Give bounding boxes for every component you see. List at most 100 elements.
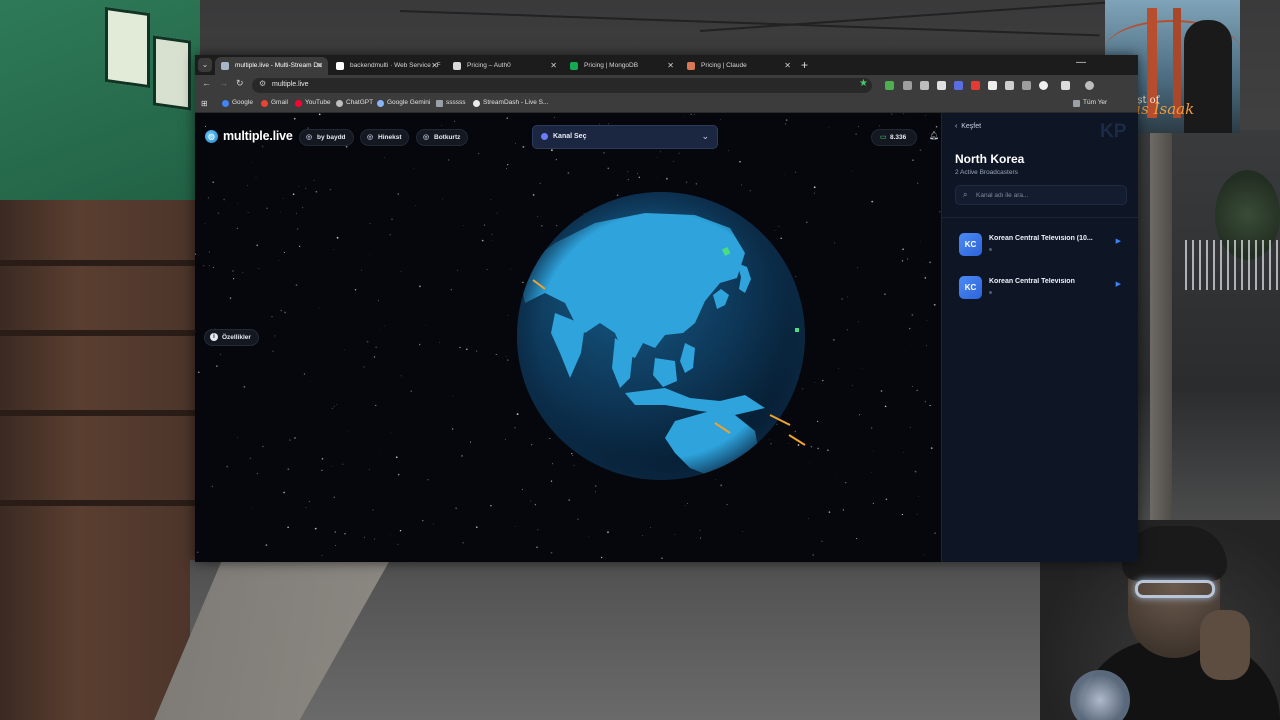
reload-icon[interactable]: ↻ [236,78,244,89]
star [289,439,291,441]
nav-pill-baydd[interactable]: ◎ by baydd [299,129,354,146]
bookmark-chatgpt[interactable]: ChatGPT [336,99,373,107]
bookmark-gemini[interactable]: Google Gemini [377,99,430,107]
play-icon[interactable]: ▶ [1116,237,1121,245]
star [321,554,323,557]
star [661,557,663,560]
nav-pill-hinekst[interactable]: ◎ Hinekst [360,129,410,146]
star [486,269,488,271]
star [567,172,570,174]
star [505,168,507,169]
nav-pill-botkurtz[interactable]: ◎ Botkurtz [416,129,469,146]
features-button[interactable]: i Özellikler [204,329,259,346]
extension-icon[interactable] [903,81,912,90]
extension-icon[interactable] [988,81,997,90]
tab-backendmulti[interactable]: backendmulti · Web Service · F ✕ [330,57,443,75]
tab-search-icon[interactable]: ⌄ [198,58,212,72]
star [296,228,299,230]
channel-avatar: KC [959,233,982,256]
star [929,261,931,264]
star [303,373,306,375]
extension-icon[interactable] [1039,81,1048,90]
star [252,508,253,509]
globe-icon: ◎ [306,134,313,141]
bookmark-label: Google [232,99,253,106]
star [364,536,366,538]
globe-favicon-icon [221,62,229,70]
close-tab-icon[interactable]: ✕ [550,57,557,75]
viewer-count-badge: ▭ 8.336 [871,129,917,146]
extension-icon[interactable] [920,81,929,90]
back-arrow-icon[interactable]: ← [202,78,211,88]
star [395,456,398,459]
forward-arrow-icon[interactable]: → [219,78,228,88]
tab-auth0[interactable]: Pricing – Auth0 ✕ [447,57,562,75]
new-tab-icon[interactable]: + [801,57,808,73]
channel-search-input[interactable]: ⌕ Kanal adı ile ara... [955,185,1127,205]
site-info-icon[interactable]: ⚙ [259,79,266,88]
star [880,390,883,392]
star [437,324,438,326]
star [397,473,400,476]
bookmark-youtube[interactable]: YouTube [295,99,331,107]
channel-select-dropdown[interactable]: Kanal Seç ⌄ [532,125,718,149]
tab-label: multiple.live - Multi-Stream Do [235,62,322,69]
tab-claude[interactable]: Pricing | Claude ✕ [681,57,796,75]
site-logo[interactable]: ◍ multiple.live [205,129,293,143]
extension-icon[interactable] [1022,81,1031,90]
star [917,496,919,497]
star [329,188,332,191]
bookmark-google[interactable]: Google [222,99,253,107]
channel-item[interactable]: KC Korean Central Television (10... ▶ [952,226,1129,262]
star [784,174,786,175]
all-bookmarks[interactable]: Tüm Yer [1073,99,1107,107]
star [233,278,235,280]
channel-icon [541,133,548,140]
tab-mongodb[interactable]: Pricing | MongoDB ✕ [564,57,679,75]
star [369,223,371,225]
globe-view[interactable] [515,183,815,483]
close-tab-icon[interactable]: ✕ [784,57,791,75]
profile-avatar-icon[interactable] [1085,81,1094,90]
minimize-window-icon[interactable]: — [1076,57,1086,68]
address-bar[interactable]: ⚙ multiple.live [252,78,872,93]
star [249,457,252,460]
puzzle-extensions-icon[interactable] [1061,81,1070,90]
bookmark-label: StreamDash - Live S... [483,99,549,106]
extension-icon[interactable] [1005,81,1014,90]
bookmark-star-icon[interactable]: ★ [859,78,868,89]
close-tab-icon[interactable]: ✕ [667,57,674,75]
star [284,311,287,314]
star [475,350,478,352]
close-tab-icon[interactable]: ✕ [431,57,438,75]
play-icon[interactable]: ▶ [1116,280,1121,288]
extension-icon[interactable] [885,81,894,90]
star [921,192,923,194]
back-to-explore[interactable]: ‹ Keşfet [955,123,981,130]
star [427,479,429,481]
star [690,113,692,115]
bookmark-streamdash[interactable]: StreamDash - Live S... [473,99,549,107]
bookmark-folder[interactable]: ssssss [436,99,466,107]
nav-pill-label: Botkurtz [434,134,461,141]
render-favicon-icon [336,62,344,70]
broadcast-marker[interactable] [795,328,799,332]
bookmark-gmail[interactable]: Gmail [261,99,288,107]
globe[interactable] [515,183,815,483]
close-tab-icon[interactable]: ✕ [316,57,323,75]
extension-icon[interactable] [954,81,963,90]
star [642,534,643,536]
star [872,502,875,505]
apps-grid-icon[interactable]: ⊞ [201,99,208,108]
bell-icon[interactable]: 🔔︎ [929,131,939,140]
tab-bar: ⌄ multiple.live - Multi-Stream Do ✕ back… [195,55,1138,75]
star [229,297,232,299]
extension-icon[interactable] [971,81,980,90]
extension-icon[interactable] [937,81,946,90]
tab-multiple-live[interactable]: multiple.live - Multi-Stream Do ✕ [215,57,328,75]
star [251,161,253,163]
star [195,331,196,333]
star [209,265,210,266]
star [361,269,362,271]
channel-item[interactable]: KC Korean Central Television ▶ [952,269,1129,305]
